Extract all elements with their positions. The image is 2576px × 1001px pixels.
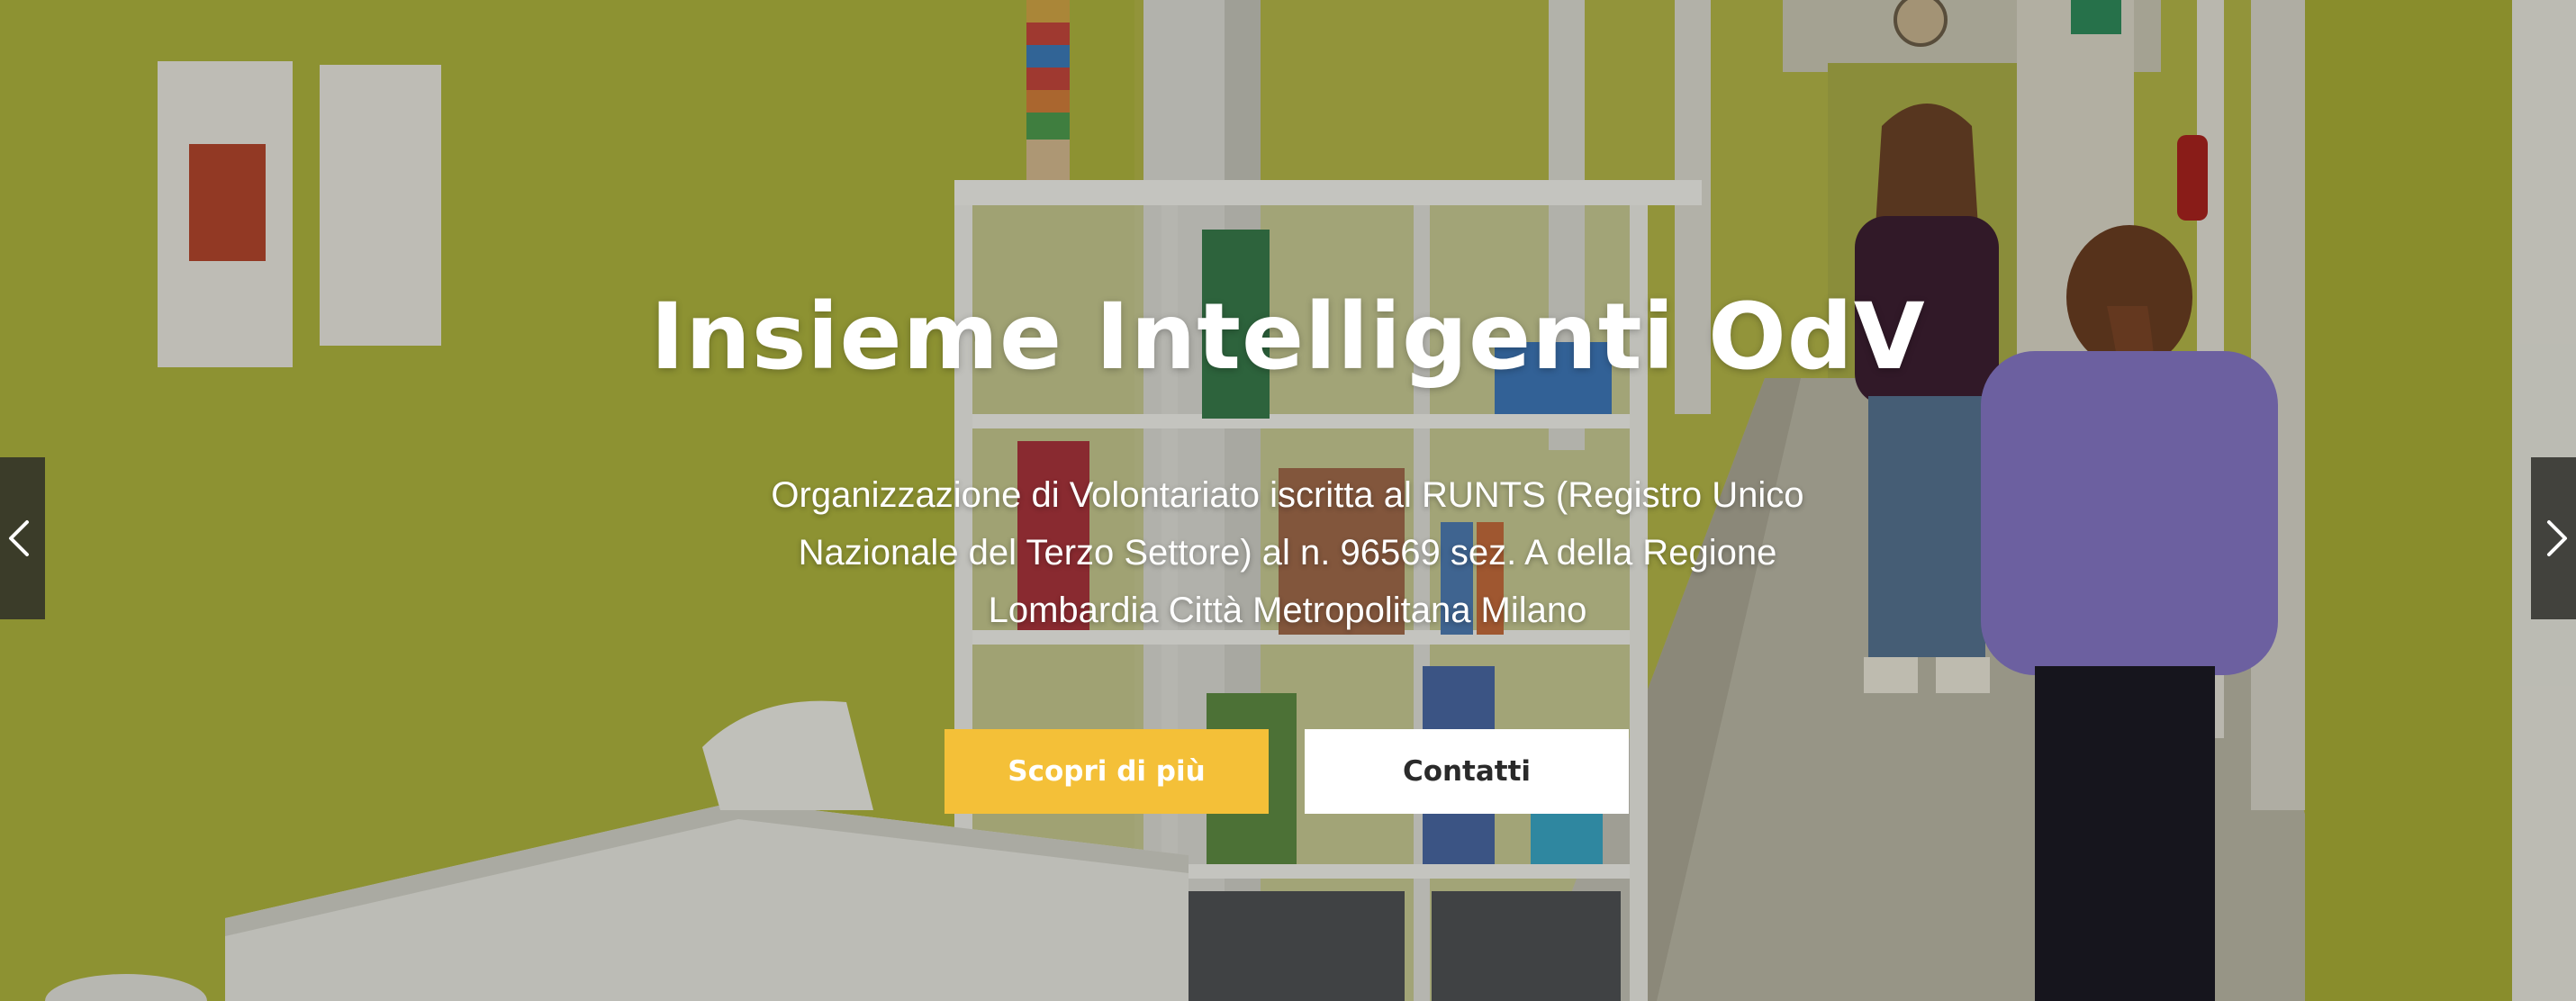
contacts-button[interactable]: Contatti xyxy=(1305,729,1629,814)
hero-subtitle: Organizzazione di Volontariato iscritta … xyxy=(771,475,1804,630)
chevron-right-icon xyxy=(2547,520,2567,556)
hero-title: Insieme Intelligenti OdV xyxy=(650,284,1926,391)
chevron-left-icon xyxy=(9,520,29,556)
discover-more-button[interactable]: Scopri di più xyxy=(945,729,1269,814)
hero-slider: Insieme Intelligenti OdV Organizzazione … xyxy=(0,0,2576,1001)
slider-prev-button[interactable] xyxy=(0,457,45,619)
slider-next-button[interactable] xyxy=(2531,457,2576,619)
